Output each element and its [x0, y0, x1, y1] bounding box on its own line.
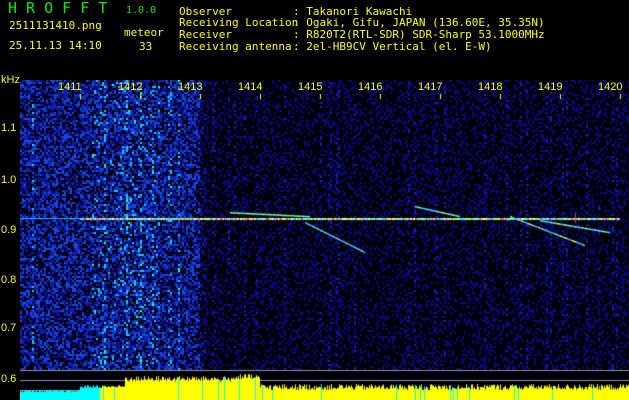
file-datetime: 25.11.13 14:10	[9, 39, 102, 52]
meteor-count: 33	[139, 40, 153, 53]
y-tick-label: 1.0	[1, 174, 17, 186]
y-unit-label: kHz	[1, 74, 20, 86]
x-tick-label: 1415	[298, 81, 323, 93]
x-tick-label: 1411	[58, 81, 82, 93]
y-tick-label: 0.8	[1, 274, 17, 286]
y-tick-label: 0.6	[1, 373, 17, 385]
x-tick-label: 1412	[118, 81, 143, 93]
app-logo: H R O F F T	[8, 0, 108, 17]
y-tick-label: 1.1	[1, 122, 17, 134]
file-name: 2511131410.png	[9, 19, 102, 32]
app-version: 1.0.0	[126, 5, 157, 16]
meteor-label: meteor	[124, 26, 164, 39]
x-tick-label: 1420	[598, 81, 623, 93]
x-tick-label: 1413	[178, 81, 203, 93]
x-tick-label: 1416	[358, 81, 383, 93]
x-tick-label: 1419	[538, 81, 563, 93]
x-tick-label: 1418	[478, 81, 503, 93]
y-tick-label: 0.9	[1, 224, 17, 236]
x-tick-label: 1414	[238, 81, 263, 93]
antenna-label: Receiving antenna	[179, 40, 292, 53]
y-tick-label: 0.7	[1, 322, 17, 334]
spectrogram	[20, 80, 629, 400]
antenna-value: : 2el-HB9CV Vertical (el. E-W)	[293, 40, 492, 53]
x-tick-label: 1417	[418, 81, 443, 93]
